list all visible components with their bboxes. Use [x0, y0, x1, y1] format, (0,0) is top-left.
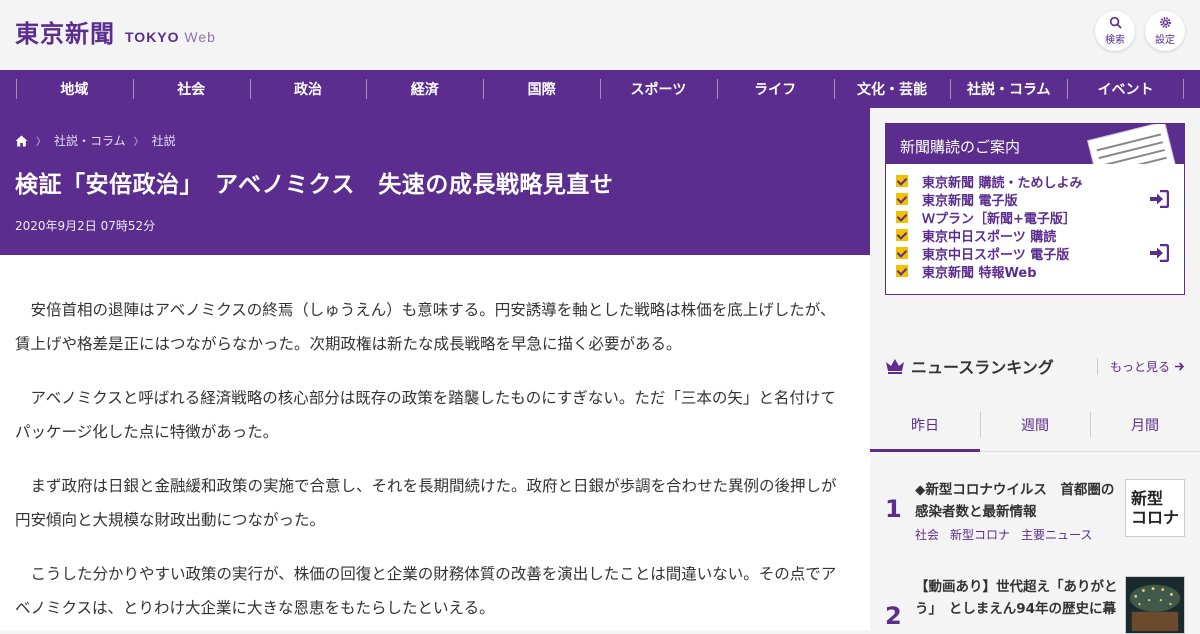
- subscription-heading-bar: 新聞購読のご案内: [886, 124, 1184, 164]
- subscription-link-label: 東京中日スポーツ 電子版: [922, 247, 1070, 263]
- subscription-box: 新聞購読のご案内 東京新聞 購読・ためしよみ 東京新聞 電子版 Ｗプラン［新聞+…: [885, 123, 1185, 295]
- logo-english-bold: TOKYO: [125, 29, 180, 45]
- tab-monthly[interactable]: 月間: [1090, 398, 1200, 451]
- home-icon[interactable]: [15, 135, 28, 147]
- article-body: 安倍首相の退陣はアベノミクスの終焉（しゅうえん）も意味する。円安誘導を軸とした戦…: [0, 255, 870, 630]
- nav-item-events[interactable]: イベント: [1067, 70, 1184, 108]
- subscription-heading: 新聞購読のご案内: [900, 138, 1021, 156]
- ranking-title: ニュースランキング: [911, 358, 1054, 377]
- tab-yesterday[interactable]: 昨日: [870, 398, 980, 452]
- subscription-link[interactable]: 東京中日スポーツ 電子版: [896, 244, 1184, 263]
- article-paragraph: まず政府は日銀と金融緩和政策の実施で合意し、それを長期間続けた。政府と日銀が歩調…: [15, 477, 837, 529]
- subscription-link[interactable]: 東京新聞 特報Web: [896, 262, 1184, 281]
- crown-icon: [886, 359, 904, 374]
- subscription-link[interactable]: 東京新聞 電子版: [896, 190, 1184, 209]
- check-icon: [896, 211, 908, 223]
- ranking-header: ニュースランキング もっと見る: [885, 354, 1185, 378]
- subscription-link[interactable]: 東京中日スポーツ 購読: [896, 226, 1184, 245]
- tag-link[interactable]: 新型コロナ: [950, 526, 1010, 543]
- ranking-headline[interactable]: ◆新型コロナウイルス 首都圏の感染者数と最新情報: [915, 479, 1125, 523]
- search-label: 検索: [1105, 35, 1125, 46]
- gear-icon: [1159, 17, 1171, 28]
- ranking-item[interactable]: 2 【動画あり】世代超え「ありがとう」 としまえん94年の歴史に幕: [885, 576, 1185, 634]
- nav-item-region[interactable]: 地域: [16, 70, 133, 108]
- nav-item-international[interactable]: 国際: [483, 70, 600, 108]
- nav-item-editorial[interactable]: 社説・コラム: [950, 70, 1067, 108]
- site-header: 東京新聞 TOKYO Web 検索 設定: [0, 0, 1200, 70]
- nav-item-society[interactable]: 社会: [132, 70, 250, 108]
- login-icon[interactable]: [1149, 190, 1169, 208]
- thumbnail-text: 新型 コロナ: [1130, 489, 1179, 527]
- tab-weekly[interactable]: 週間: [980, 398, 1090, 451]
- chevron-right-icon: 〉: [133, 137, 144, 148]
- article-paragraph: 安倍首相の退陣はアベノミクスの終焉（しゅうえん）も意味する。円安誘導を軸とした戦…: [15, 301, 836, 353]
- subscription-link[interactable]: Ｗプラン［新聞+電子版］: [896, 208, 1184, 227]
- ranking-thumbnail[interactable]: 新型 コロナ: [1125, 479, 1185, 537]
- subscription-link-label: Ｗプラン［新聞+電子版］: [922, 211, 1076, 227]
- subscription-links: 東京新聞 購読・ためしよみ 東京新聞 電子版 Ｗプラン［新聞+電子版］ 東京中日…: [886, 164, 1184, 281]
- subscription-link-label: 東京新聞 特報Web: [922, 265, 1037, 281]
- logo-kanji: 東京新聞: [15, 19, 115, 48]
- rank-number: 1: [885, 495, 902, 523]
- article-paragraph: こうした分かりやすい政策の実行が、株価の回復と企業の財務体質の改善を演出したこと…: [15, 565, 837, 617]
- publish-date: 2020年9月2日 07時52分: [15, 219, 156, 233]
- ranking-tabs: 昨日 週間 月間: [870, 398, 1200, 452]
- article-paragraph: アベノミクスと呼ばれる経済戦略の核心部分は既存の政策を踏襲したものにすぎない。た…: [15, 389, 836, 441]
- newspaper-image: [1087, 124, 1177, 164]
- breadcrumb-item-editorial-column[interactable]: 社説: [152, 132, 176, 149]
- check-icon: [896, 265, 908, 277]
- subscription-link-label: 東京中日スポーツ 購読: [922, 229, 1057, 245]
- ranking-more-label: もっと見る: [1109, 359, 1170, 374]
- tag-link[interactable]: 主要ニュース: [1021, 526, 1092, 543]
- main-nav: 地域 社会 政治 経済 国際 スポーツ ライフ 文化・芸能 社説・コラム イベン…: [0, 70, 1200, 108]
- check-icon: [896, 229, 908, 241]
- ranking-thumbnail[interactable]: [1125, 576, 1185, 634]
- article-header: 〉 社説・コラム 〉 社説 検証「安倍政治」 アベノミクス 失速の成長戦略見直せ…: [0, 108, 870, 255]
- breadcrumb: 〉 社説・コラム 〉 社説: [15, 132, 855, 149]
- ranking-item[interactable]: 1 ◆新型コロナウイルス 首都圏の感染者数と最新情報 社会 新型コロナ 主要ニュ…: [885, 479, 1185, 543]
- login-icon[interactable]: [1149, 244, 1169, 262]
- nav-item-life[interactable]: ライフ: [716, 70, 834, 108]
- carousel-photo: [1126, 577, 1184, 633]
- subscription-link[interactable]: 東京新聞 購読・ためしよみ: [896, 172, 1184, 191]
- check-icon: [896, 247, 908, 259]
- search-icon: [1109, 16, 1121, 29]
- subscription-link-label: 東京新聞 電子版: [922, 193, 1018, 209]
- nav-item-sports[interactable]: スポーツ: [599, 70, 717, 108]
- tag-link[interactable]: 社会: [915, 526, 939, 543]
- ranking-headline[interactable]: 【動画あり】世代超え「ありがとう」 としまえん94年の歴史に幕: [915, 576, 1125, 620]
- search-button[interactable]: 検索: [1095, 11, 1135, 51]
- ranking-item-body: ◆新型コロナウイルス 首都圏の感染者数と最新情報 社会 新型コロナ 主要ニュース: [915, 479, 1125, 543]
- page-title: 検証「安倍政治」 アベノミクス 失速の成長戦略見直せ: [15, 172, 614, 198]
- chevron-right-icon: 〉: [36, 137, 46, 148]
- settings-button[interactable]: 設定: [1145, 11, 1185, 51]
- ranking-item-body: 【動画あり】世代超え「ありがとう」 としまえん94年の歴史に幕: [915, 576, 1125, 634]
- settings-label: 設定: [1155, 35, 1175, 46]
- nav-item-economy[interactable]: 経済: [366, 70, 483, 108]
- arrow-right-icon: [1175, 361, 1185, 371]
- ranking-tags: 社会 新型コロナ 主要ニュース: [915, 526, 1125, 543]
- check-icon: [896, 175, 908, 187]
- nav-item-politics[interactable]: 政治: [249, 70, 367, 108]
- check-icon: [896, 193, 908, 205]
- rank-number: 2: [885, 602, 902, 630]
- subscription-link-label: 東京新聞 購読・ためしよみ: [922, 175, 1083, 191]
- breadcrumb-item-editorial[interactable]: 社説・コラム: [54, 132, 126, 149]
- sidebar: 新聞購読のご案内 東京新聞 購読・ためしよみ 東京新聞 電子版 Ｗプラン［新聞+…: [870, 108, 1200, 634]
- site-logo[interactable]: 東京新聞 TOKYO Web: [15, 14, 216, 49]
- logo-english-light: Web: [184, 29, 216, 45]
- ranking-more-link[interactable]: もっと見る: [1096, 357, 1185, 375]
- nav-item-culture[interactable]: 文化・芸能: [833, 70, 951, 108]
- logo-english: TOKYO Web: [125, 29, 216, 45]
